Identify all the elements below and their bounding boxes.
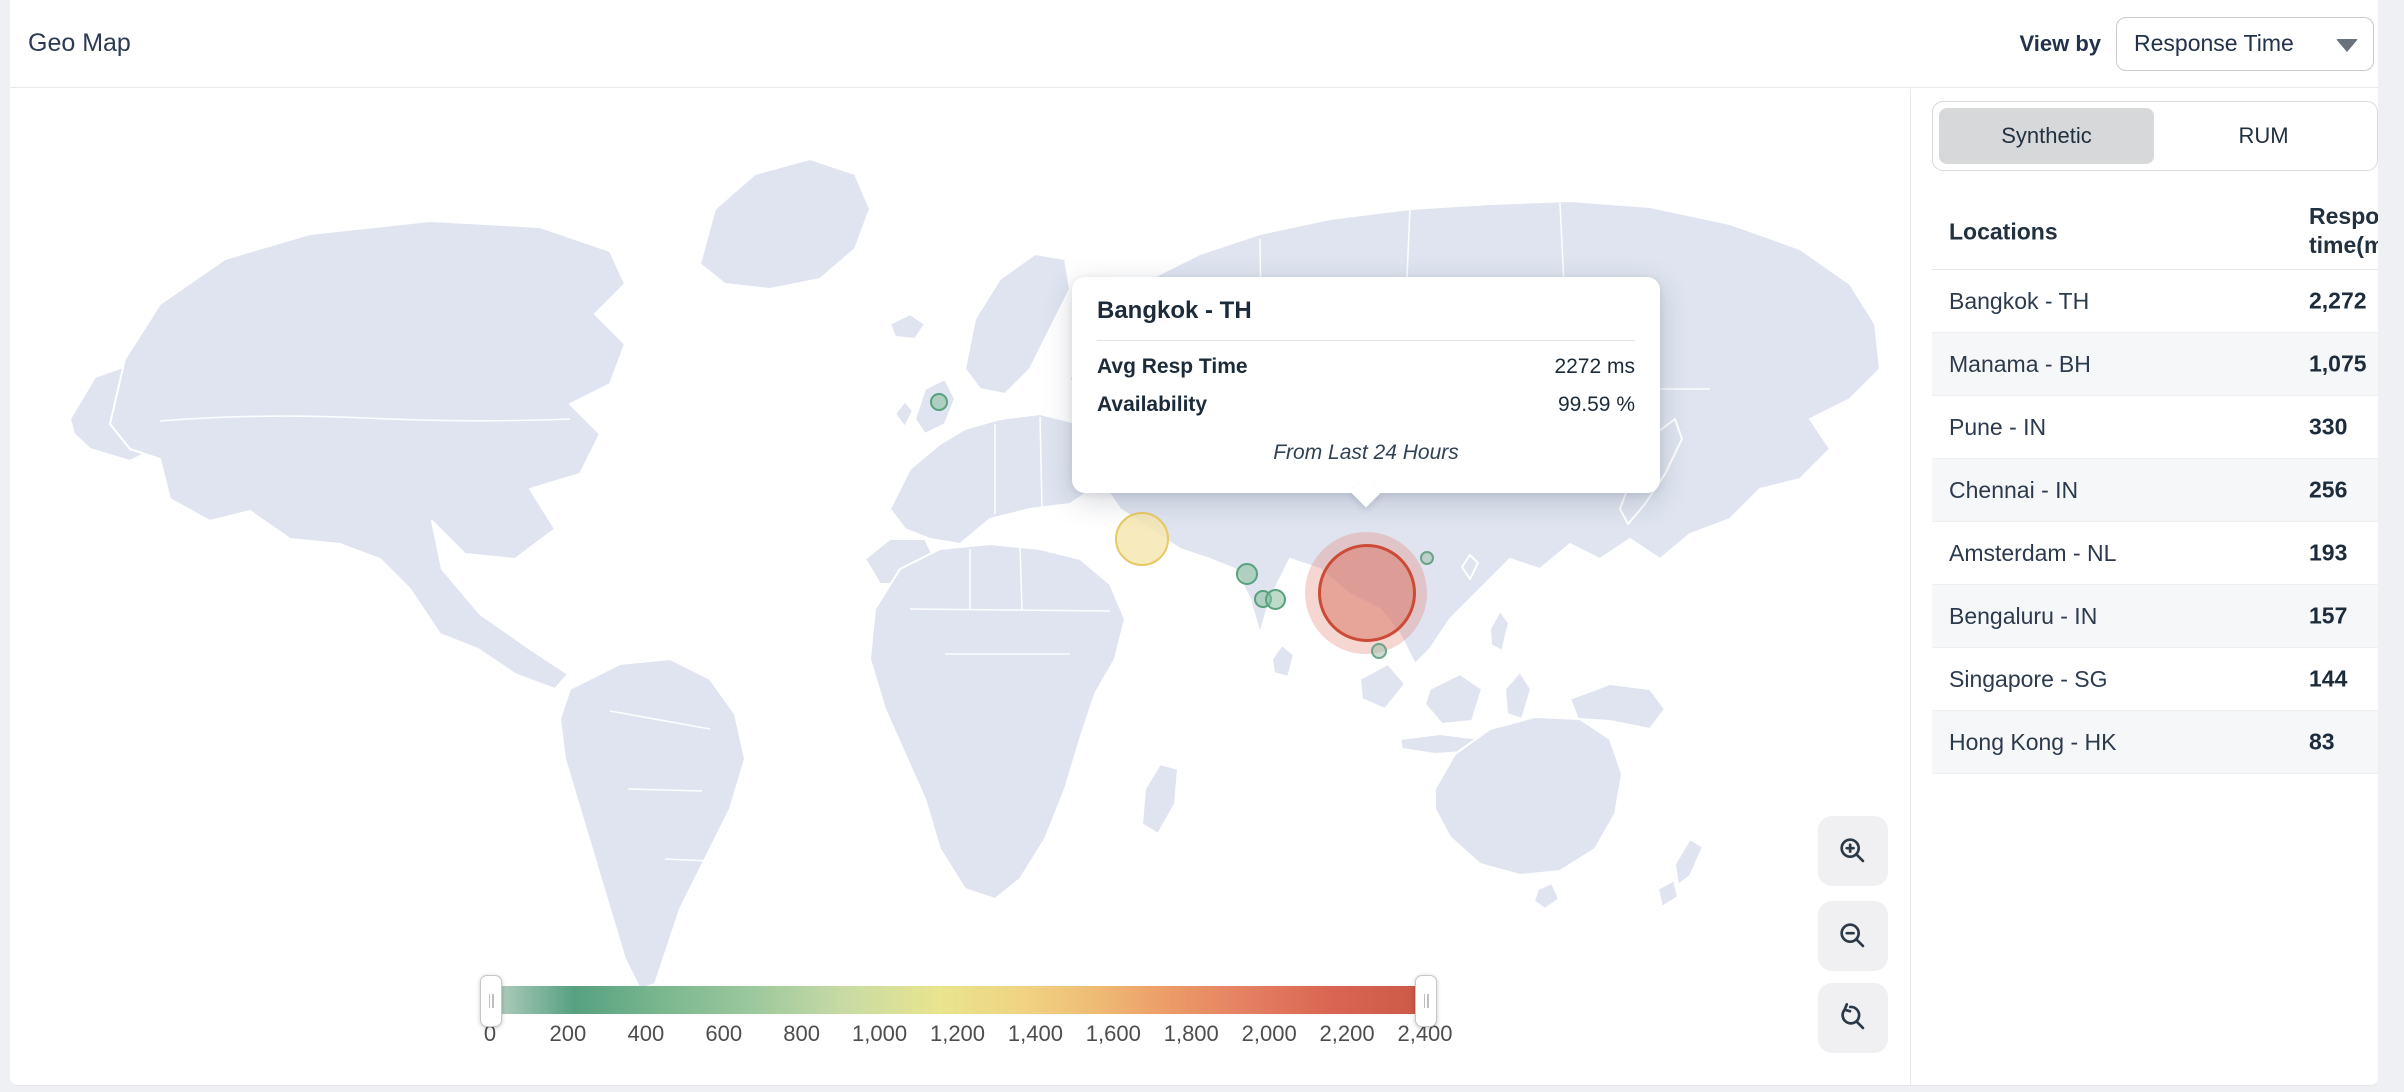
response-time-cell: 193	[2309, 540, 2347, 567]
legend-tick: 1,400	[1008, 1021, 1063, 1047]
zoom-out-button[interactable]	[1818, 901, 1888, 971]
tooltip-title: Bangkok - TH	[1097, 297, 1635, 325]
map-bubble-pune[interactable]	[1236, 563, 1258, 585]
header-controls: View by Response Time	[2019, 17, 2374, 71]
response-time-cell: 1,075	[2309, 351, 2367, 378]
legend-slider-handle-min[interactable]	[480, 975, 502, 1027]
location-cell: Amsterdam - NL	[1932, 540, 2116, 567]
tooltip-value: 99.59 %	[1558, 393, 1635, 417]
map-bubble-amsterdam[interactable]	[930, 393, 948, 411]
response-time-cell: 144	[2309, 666, 2347, 693]
legend-tick: 1,600	[1086, 1021, 1141, 1047]
legend-tick: 400	[627, 1021, 664, 1047]
view-by-label: View by	[2019, 31, 2101, 57]
data-source-tabs: Synthetic RUM	[1932, 101, 2378, 171]
page-title: Geo Map	[28, 29, 131, 58]
response-time-cell: 330	[2309, 414, 2347, 441]
map-bubble-manama[interactable]	[1115, 512, 1169, 566]
response-time-cell: 2,272	[2309, 288, 2367, 315]
table-row-hongkong[interactable]: Hong Kong - HK 83	[1932, 711, 2378, 774]
tooltip-row-response-time: Avg Resp Time 2272 ms	[1097, 355, 1635, 379]
tooltip-footnote: From Last 24 Hours	[1097, 441, 1635, 465]
table-row-singapore[interactable]: Singapore - SG 144	[1932, 648, 2378, 711]
table-row-bengaluru[interactable]: Bengaluru - IN 157	[1932, 585, 2378, 648]
map-bubble-singapore[interactable]	[1371, 643, 1387, 659]
view-by-dropdown[interactable]: Response Time	[2116, 17, 2374, 71]
table-row-pune[interactable]: Pune - IN 330	[1932, 396, 2378, 459]
map-tooltip: Bangkok - TH Avg Resp Time 2272 ms Avail…	[1072, 277, 1660, 493]
legend-tick: 1,800	[1164, 1021, 1219, 1047]
location-cell: Bengaluru - IN	[1932, 603, 2097, 630]
locations-table-body: Bangkok - TH 2,272 Manama - BH 1,075 Pun…	[1932, 270, 2378, 774]
zoom-reset-button[interactable]	[1818, 983, 1888, 1053]
tooltip-label: Availability	[1097, 393, 1207, 417]
locations-sidebar: Synthetic RUM Locations Response time(ms…	[1910, 89, 2378, 1085]
legend-slider-handle-max[interactable]	[1415, 975, 1437, 1027]
location-cell: Hong Kong - HK	[1932, 729, 2116, 756]
location-cell: Bangkok - TH	[1932, 288, 2089, 315]
zoom-reset-icon	[1836, 1001, 1870, 1035]
tab-rum[interactable]: RUM	[2156, 108, 2371, 164]
legend-gradient-bar	[490, 986, 1425, 1014]
map-bubble-chennai[interactable]	[1265, 589, 1286, 610]
card-header: Geo Map View by Response Time	[10, 0, 2378, 88]
tooltip-row-availability: Availability 99.59 %	[1097, 393, 1635, 417]
map-bubble-hongkong[interactable]	[1420, 551, 1434, 565]
zoom-out-icon	[1836, 919, 1870, 953]
locations-column-header: Locations	[1949, 218, 2058, 245]
legend-tick: 1,000	[852, 1021, 907, 1047]
legend-tick-labels: 0 200 400 600 800 1,000 1,200 1,400 1,60…	[490, 1021, 1425, 1051]
legend-tick: 800	[783, 1021, 820, 1047]
tooltip-value: 2272 ms	[1554, 355, 1635, 379]
tooltip-divider	[1097, 340, 1635, 341]
zoom-in-button[interactable]	[1818, 816, 1888, 886]
response-time-cell: 157	[2309, 603, 2347, 630]
legend-tick: 1,200	[930, 1021, 985, 1047]
response-time-column-header: Response time(ms)	[2309, 202, 2378, 260]
response-time-cell: 256	[2309, 477, 2347, 504]
content-split: Bangkok - TH Avg Resp Time 2272 ms Avail…	[10, 89, 2378, 1085]
table-row-manama[interactable]: Manama - BH 1,075	[1932, 333, 2378, 396]
tab-synthetic[interactable]: Synthetic	[1939, 108, 2154, 164]
location-cell: Pune - IN	[1932, 414, 2046, 441]
legend-tick: 2,200	[1320, 1021, 1375, 1047]
world-map	[10, 89, 1910, 1085]
locations-table-header: Locations Response time(ms)	[1932, 194, 2378, 270]
location-cell: Chennai - IN	[1932, 477, 2078, 504]
location-cell: Manama - BH	[1932, 351, 2091, 378]
legend-tick: 600	[705, 1021, 742, 1047]
legend-tick: 200	[550, 1021, 587, 1047]
response-time-cell: 83	[2309, 729, 2335, 756]
table-row-bangkok[interactable]: Bangkok - TH 2,272	[1932, 270, 2378, 333]
tooltip-label: Avg Resp Time	[1097, 355, 1248, 379]
geo-map-canvas[interactable]: Bangkok - TH Avg Resp Time 2272 ms Avail…	[10, 89, 1910, 1085]
zoom-in-icon	[1836, 834, 1870, 868]
chevron-down-icon	[2336, 39, 2358, 52]
table-row-chennai[interactable]: Chennai - IN 256	[1932, 459, 2378, 522]
geo-map-card: Geo Map View by Response Time	[10, 0, 2378, 1086]
table-row-amsterdam[interactable]: Amsterdam - NL 193	[1932, 522, 2378, 585]
legend-tick: 2,000	[1242, 1021, 1297, 1047]
view-by-dropdown-value: Response Time	[2134, 30, 2294, 57]
location-cell: Singapore - SG	[1932, 666, 2108, 693]
map-bubble-bangkok[interactable]	[1318, 544, 1416, 642]
